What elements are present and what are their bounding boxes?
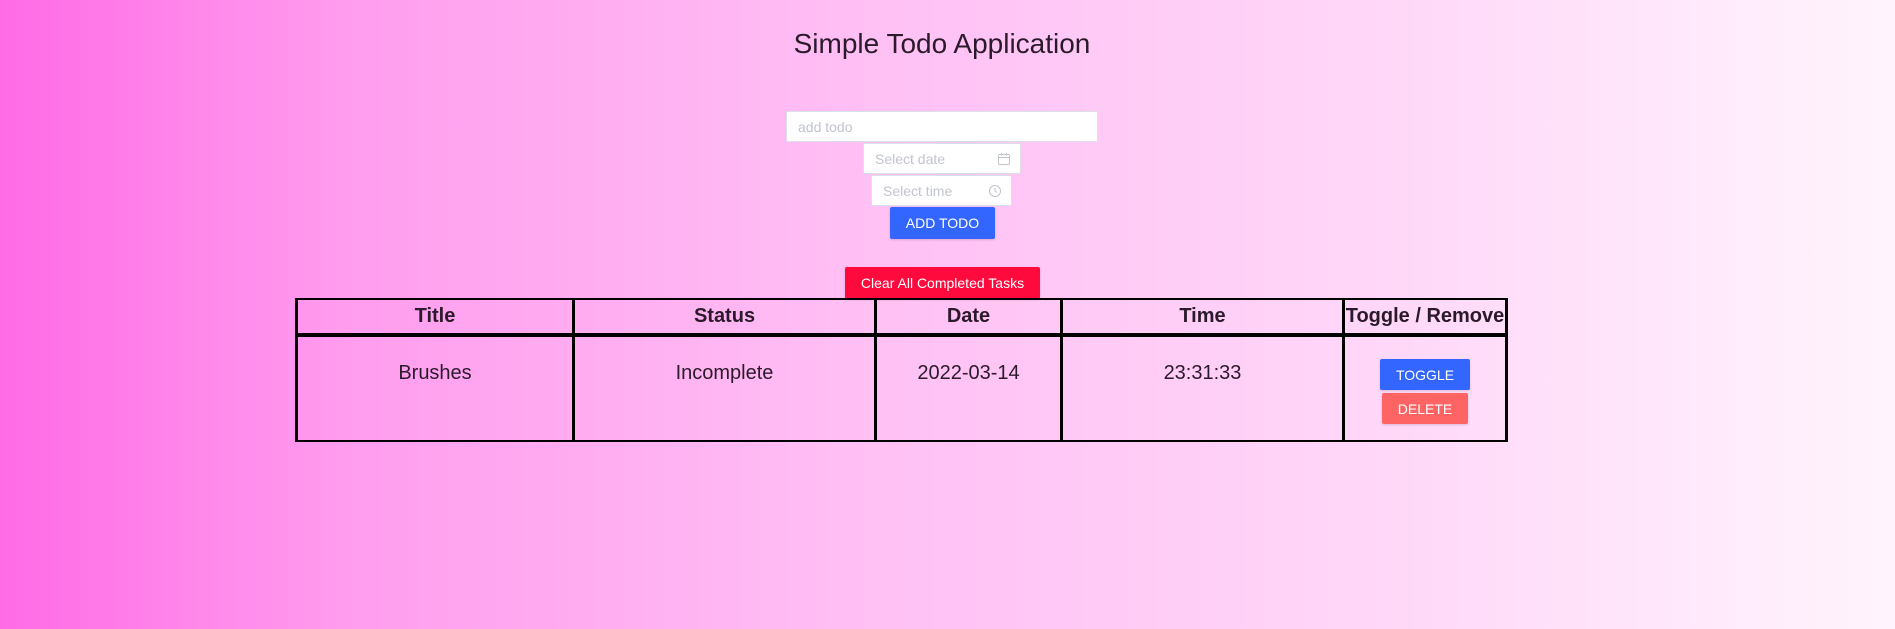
page-title: Simple Todo Application <box>793 28 1091 59</box>
toggle-button[interactable]: TOGGLE <box>1380 359 1470 390</box>
todo-input[interactable] <box>786 111 1098 142</box>
todo-actions: TOGGLE DELETE <box>1342 334 1508 442</box>
header-title: Title <box>295 298 575 337</box>
todo-title: Brushes <box>295 334 575 442</box>
table-header-row: Title Status Date Time Toggle / Remove <box>295 298 1508 337</box>
clear-completed-button[interactable]: Clear All Completed Tasks <box>845 267 1040 299</box>
date-picker[interactable] <box>863 143 1021 174</box>
todo-status: Incomplete <box>572 334 877 442</box>
header-time: Time <box>1060 298 1345 337</box>
header-status: Status <box>572 298 877 337</box>
header-date: Date <box>874 298 1063 337</box>
delete-button[interactable]: DELETE <box>1382 393 1468 424</box>
table-row: Brushes Incomplete 2022-03-14 23:31:33 T… <box>295 334 1508 442</box>
clock-icon <box>989 185 1001 197</box>
header-actions: Toggle / Remove <box>1342 298 1508 337</box>
add-todo-button[interactable]: ADD TODO <box>890 207 995 239</box>
todo-table: Title Status Date Time Toggle / Remove B… <box>295 298 1508 442</box>
calendar-icon <box>998 153 1010 165</box>
todo-date: 2022-03-14 <box>874 334 1063 442</box>
todo-time: 23:31:33 <box>1060 334 1345 442</box>
time-picker[interactable] <box>871 175 1012 206</box>
